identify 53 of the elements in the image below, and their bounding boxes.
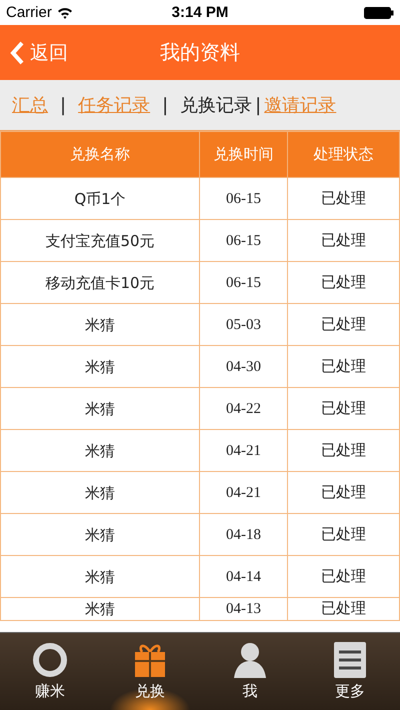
table-cell: 已处理: [288, 556, 400, 598]
battery-icon: [364, 6, 394, 18]
table-cell: 06-15: [200, 220, 288, 262]
table-cell: 米猜: [0, 556, 200, 598]
chevron-left-icon: [10, 40, 24, 64]
page-title: 我的资料: [160, 39, 240, 66]
tab-bar-item[interactable]: 更多: [300, 633, 400, 710]
table-cell: 已处理: [288, 514, 400, 556]
table-cell: Q币1个: [0, 178, 200, 220]
table-cell: 米猜: [0, 304, 200, 346]
table-cell: 05-03: [200, 304, 288, 346]
table-cell: 04-30: [200, 346, 288, 388]
table-cell: 米猜: [0, 388, 200, 430]
table-cell: 米猜: [0, 346, 200, 388]
table-cell: 已处理: [288, 598, 400, 620]
wifi-icon: [56, 6, 73, 18]
column-header: 兑换时间: [200, 132, 288, 178]
table-cell: 米猜: [0, 514, 200, 556]
tab-separator: |: [60, 94, 66, 116]
status-time: 3:14 PM: [172, 4, 228, 21]
table-cell: 04-22: [200, 388, 288, 430]
table-cell: 已处理: [288, 430, 400, 472]
tab-bar-item[interactable]: 我: [200, 633, 300, 710]
table-cell: 04-21: [200, 472, 288, 514]
table-cell: 已处理: [288, 346, 400, 388]
table-cell: 已处理: [288, 388, 400, 430]
list-icon: [334, 642, 366, 678]
table-cell: 已处理: [288, 178, 400, 220]
table-cell: 米猜: [0, 430, 200, 472]
gift-icon: [134, 642, 166, 678]
table-cell: 04-14: [200, 556, 288, 598]
table-cell: 06-15: [200, 178, 288, 220]
table-cell: 04-18: [200, 514, 288, 556]
table-cell: 06-15: [200, 262, 288, 304]
tab[interactable]: 兑换记录: [180, 93, 252, 117]
tab-bar-item[interactable]: 赚米: [0, 633, 100, 710]
table-cell: 已处理: [288, 304, 400, 346]
table-cell: 已处理: [288, 220, 400, 262]
table-cell: 已处理: [288, 472, 400, 514]
column-header: 兑换名称: [0, 132, 200, 178]
table-cell: 已处理: [288, 262, 400, 304]
tab-separator: |: [255, 94, 262, 116]
table-cell: 米猜: [0, 598, 200, 620]
table-cell: 移动充值卡10元: [0, 262, 200, 304]
ring-icon: [32, 642, 68, 678]
table-cell: 04-13: [200, 598, 288, 620]
column-header: 处理状态: [288, 132, 400, 178]
table-cell: 米猜: [0, 472, 200, 514]
person-icon: [234, 642, 266, 678]
carrier-label: Carrier: [6, 4, 52, 21]
table-cell: 支付宝充值50元: [0, 220, 200, 262]
tab-separator: |: [162, 94, 168, 116]
table-cell: 04-21: [200, 430, 288, 472]
